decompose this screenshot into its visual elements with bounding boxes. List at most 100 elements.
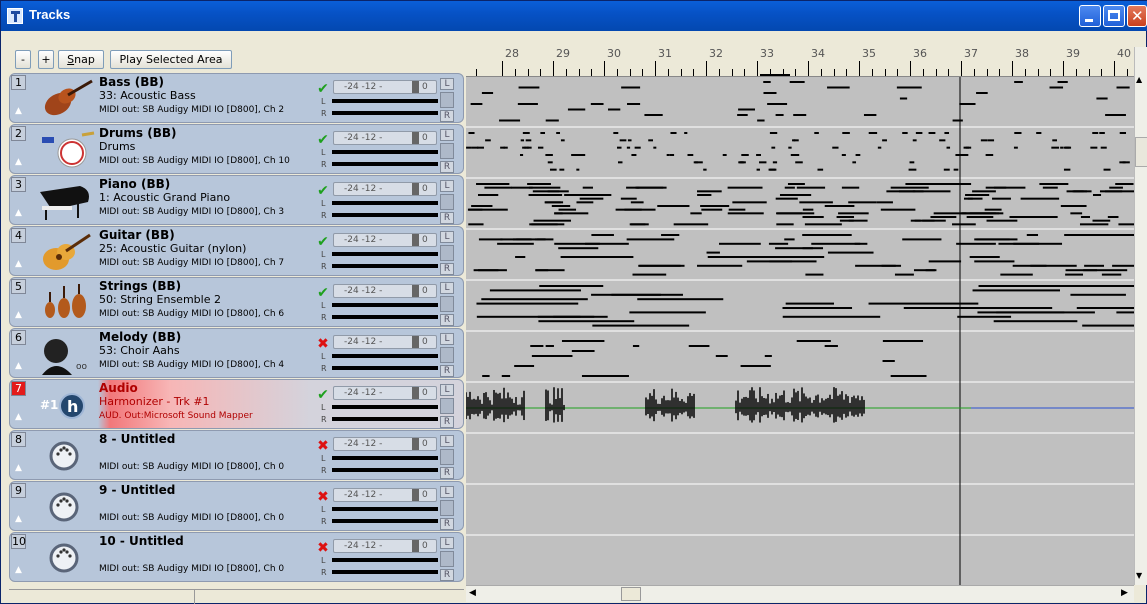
midi-note[interactable] xyxy=(763,81,771,83)
scroll-right-icon[interactable]: ▶ xyxy=(1121,588,1128,598)
left-button[interactable]: L xyxy=(440,78,454,90)
midi-note[interactable] xyxy=(976,238,1018,241)
midi-note[interactable] xyxy=(1013,242,1063,245)
right-button[interactable]: R xyxy=(440,263,454,275)
midi-note[interactable] xyxy=(890,186,929,189)
midi-note[interactable] xyxy=(471,205,493,207)
midi-note[interactable] xyxy=(615,208,642,211)
midi-note[interactable] xyxy=(957,315,1012,318)
midi-note[interactable] xyxy=(629,311,706,314)
midi-note[interactable] xyxy=(952,119,963,122)
midi-note[interactable] xyxy=(842,132,850,134)
midi-note[interactable] xyxy=(500,238,546,241)
midi-note[interactable] xyxy=(613,132,619,134)
right-button[interactable]: R xyxy=(440,518,454,530)
midi-note[interactable] xyxy=(880,208,916,211)
right-button[interactable]: R xyxy=(440,161,454,173)
midi-note[interactable] xyxy=(697,194,712,196)
midi-note[interactable] xyxy=(482,375,490,377)
midi-note[interactable] xyxy=(619,139,627,142)
midi-note[interactable] xyxy=(549,168,557,171)
midi-note[interactable] xyxy=(700,205,730,207)
track-number[interactable]: 9 xyxy=(11,483,26,498)
zoom-out-button[interactable]: - xyxy=(15,50,31,69)
midi-note[interactable] xyxy=(959,307,1053,309)
midi-note[interactable] xyxy=(653,146,657,149)
midi-note[interactable] xyxy=(626,238,675,241)
midi-note[interactable] xyxy=(696,190,722,193)
midi-note[interactable] xyxy=(787,183,805,185)
scroll-down-icon[interactable]: ▼ xyxy=(1136,571,1142,580)
midi-note[interactable] xyxy=(868,302,979,305)
midi-note[interactable] xyxy=(802,234,852,236)
midi-note[interactable] xyxy=(974,260,1015,263)
pan-button[interactable] xyxy=(440,449,454,465)
midi-note[interactable] xyxy=(673,223,709,226)
track-output[interactable]: MIDI out: SB Audigy MIDI IO [D800], Ch 4 xyxy=(99,360,284,370)
midi-note[interactable] xyxy=(576,201,594,204)
track-panel[interactable]: 4 ▲ Guitar (BB) 25: Acoustic Guitar (nylon)… xyxy=(9,226,464,276)
track-output[interactable]: MIDI out: SB Audigy MIDI IO [D800], Ch 0 xyxy=(99,564,284,574)
midi-note[interactable] xyxy=(592,324,690,327)
midi-note[interactable] xyxy=(626,146,631,149)
midi-note[interactable] xyxy=(817,168,824,171)
midi-note[interactable] xyxy=(902,238,942,241)
midi-note[interactable] xyxy=(763,92,777,94)
midi-note[interactable] xyxy=(928,132,936,134)
midi-note[interactable] xyxy=(1096,97,1108,100)
expand-up-icon[interactable]: ▲ xyxy=(11,461,26,476)
midi-note[interactable] xyxy=(899,190,924,193)
midi-note[interactable] xyxy=(559,168,565,171)
midi-note[interactable] xyxy=(1099,132,1105,134)
midi-note[interactable] xyxy=(637,298,724,301)
right-button[interactable]: R xyxy=(440,467,454,479)
midi-note[interactable] xyxy=(618,161,623,164)
fader-knob[interactable] xyxy=(412,336,419,348)
midi-note[interactable] xyxy=(793,114,807,116)
midi-note[interactable] xyxy=(841,186,860,189)
minimize-button[interactable] xyxy=(1079,5,1101,27)
midi-note[interactable] xyxy=(520,139,525,142)
midi-note[interactable] xyxy=(1073,190,1087,193)
midi-note[interactable] xyxy=(738,108,755,111)
midi-note[interactable] xyxy=(901,86,922,89)
right-button[interactable]: R xyxy=(440,416,454,428)
midi-note[interactable] xyxy=(899,97,908,100)
midi-note[interactable] xyxy=(1000,273,1033,276)
midi-note[interactable] xyxy=(476,183,510,185)
enabled-check-icon[interactable]: ✔ xyxy=(317,184,329,198)
midi-note[interactable] xyxy=(669,154,675,156)
midi-note[interactable] xyxy=(956,242,996,245)
volume-fader[interactable]: -24 -12 - 0 xyxy=(333,539,437,553)
track-instrument[interactable]: 50: String Ensemble 2 xyxy=(99,293,221,306)
midi-note[interactable] xyxy=(1113,234,1134,236)
midi-note[interactable] xyxy=(518,86,540,89)
expand-up-icon[interactable]: ▲ xyxy=(11,359,26,374)
volume-fader[interactable]: -24 -12 - 0 xyxy=(333,131,437,145)
vertical-scroll-thumb[interactable] xyxy=(1135,137,1147,167)
midi-note[interactable] xyxy=(894,273,914,276)
track-instrument[interactable]: 53: Choir Aahs xyxy=(99,344,180,357)
midi-note[interactable] xyxy=(483,194,499,196)
midi-note[interactable] xyxy=(591,293,683,296)
midi-note[interactable] xyxy=(547,161,553,164)
midi-note[interactable] xyxy=(841,154,846,156)
midi-note[interactable] xyxy=(571,154,579,156)
midi-note[interactable] xyxy=(1118,223,1134,226)
midi-note[interactable] xyxy=(1060,146,1064,149)
midi-note[interactable] xyxy=(545,201,564,204)
midi-note[interactable] xyxy=(554,212,589,215)
midi-note[interactable] xyxy=(627,139,632,142)
midi-note[interactable] xyxy=(1070,212,1083,215)
midi-note[interactable] xyxy=(912,139,917,142)
midi-note[interactable] xyxy=(863,114,877,116)
right-button[interactable]: R xyxy=(440,569,454,581)
midi-note[interactable] xyxy=(468,132,475,134)
midi-note[interactable] xyxy=(532,190,569,193)
midi-note[interactable] xyxy=(784,186,795,189)
midi-note[interactable] xyxy=(855,264,896,267)
midi-note[interactable] xyxy=(1063,168,1071,171)
midi-note[interactable] xyxy=(537,146,544,149)
fader-knob[interactable] xyxy=(412,132,419,144)
expand-up-icon[interactable]: ▲ xyxy=(11,410,26,425)
